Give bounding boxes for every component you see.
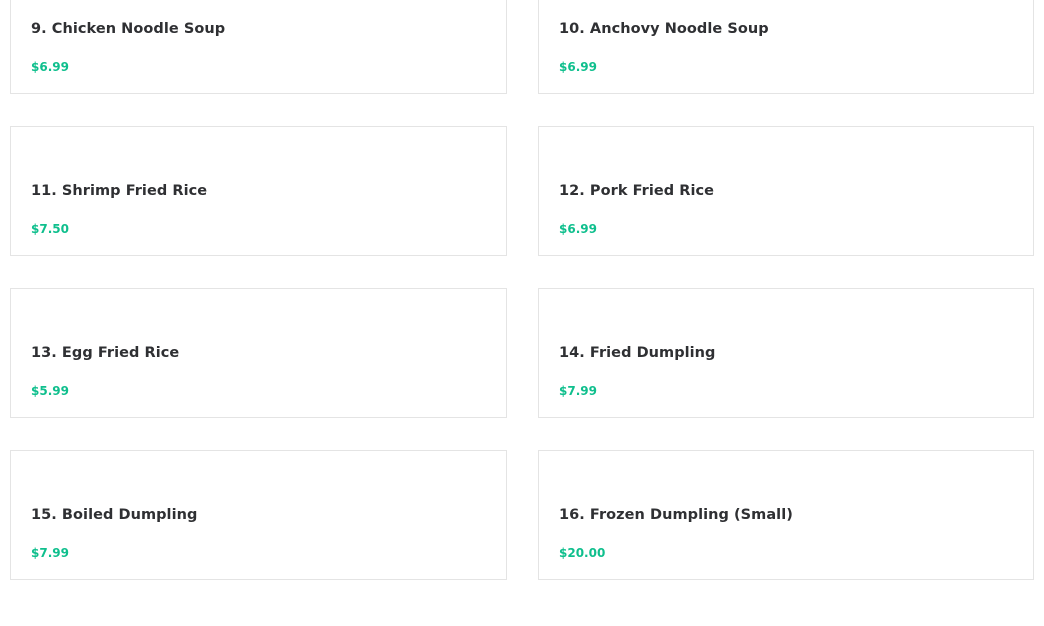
menu-item-price: $7.99 (31, 546, 69, 560)
menu-items-grid: 9. Chicken Noodle Soup $6.99 10. Anchovy… (10, 0, 1034, 580)
menu-item-card[interactable]: 11. Shrimp Fried Rice $7.50 (10, 126, 507, 256)
menu-item-name: 14. Fried Dumpling (559, 345, 716, 361)
menu-item-price: $7.50 (31, 222, 69, 236)
menu-item-name: 15. Boiled Dumpling (31, 507, 198, 523)
menu-item-card[interactable]: 13. Egg Fried Rice $5.99 (10, 288, 507, 418)
menu-item-name: 11. Shrimp Fried Rice (31, 183, 208, 199)
menu-item-name: 12. Pork Fried Rice (559, 183, 715, 199)
menu-item-card[interactable]: 12. Pork Fried Rice $6.99 (538, 126, 1034, 256)
menu-item-card[interactable]: 14. Fried Dumpling $7.99 (538, 288, 1034, 418)
menu-item-card[interactable]: 9. Chicken Noodle Soup $6.99 (10, 0, 507, 94)
menu-item-card[interactable]: 10. Anchovy Noodle Soup $6.99 (538, 0, 1034, 94)
menu-item-price: $7.99 (559, 384, 597, 398)
menu-item-price: $5.99 (31, 384, 69, 398)
menu-item-name: 9. Chicken Noodle Soup (31, 21, 226, 37)
menu-item-name: 10. Anchovy Noodle Soup (559, 21, 769, 37)
menu-item-card[interactable]: 16. Frozen Dumpling (Small) $20.00 (538, 450, 1034, 580)
menu-item-price: $6.99 (559, 60, 597, 74)
menu-item-name: 13. Egg Fried Rice (31, 345, 180, 361)
menu-item-name: 16. Frozen Dumpling (Small) (559, 507, 793, 523)
menu-item-card[interactable]: 15. Boiled Dumpling $7.99 (10, 450, 507, 580)
menu-item-price: $6.99 (559, 222, 597, 236)
menu-item-price: $20.00 (559, 546, 606, 560)
menu-item-price: $6.99 (31, 60, 69, 74)
